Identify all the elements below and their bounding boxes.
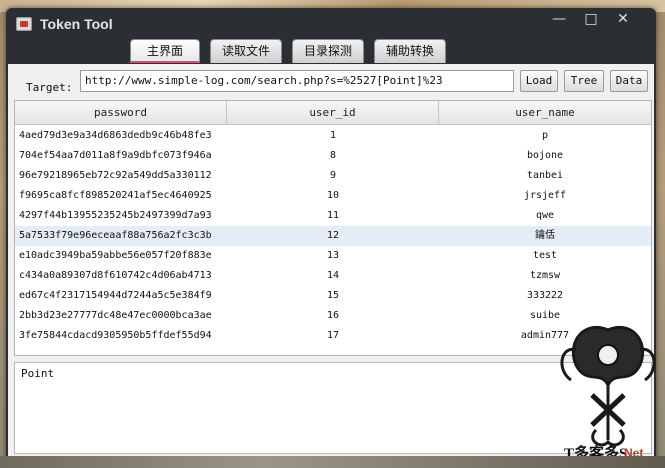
user-name-cell: 鑰佸: [535, 230, 555, 241]
password-cell: 4aed79d3e9a34d6863dedb9c46b48fe3: [19, 130, 212, 141]
user-id-cell: 10: [326, 190, 340, 201]
window-title: Token Tool: [40, 16, 113, 32]
user-id-cell: 9: [329, 170, 337, 181]
user-name-cell: qwe: [535, 210, 555, 221]
user-id-cell: 15: [326, 290, 340, 301]
user-name-cell: tzmsw: [529, 270, 561, 281]
table-row[interactable]: c434a0a89307d8f610742c4d06ab4713 14 tzms…: [15, 266, 651, 286]
password-cell: 4297f44b13955235245b2497399d7a93: [19, 210, 212, 221]
table-row[interactable]: f9695ca8fcf898520241af5ec4640925 10 jrsj…: [15, 186, 651, 206]
maximize-button[interactable]: □: [578, 10, 604, 28]
watermark-dragon-logo: [560, 326, 656, 447]
password-cell: 2bb3d23e27777dc48e47ec0000bca3ae: [19, 310, 212, 321]
user-id-cell: 8: [329, 150, 337, 161]
user-name-cell: tanbei: [526, 170, 564, 181]
target-label: Target:: [26, 81, 73, 94]
table-header: password user_id user_name: [15, 101, 651, 125]
user-name-cell: 333222: [526, 290, 564, 301]
tree-button[interactable]: Tree: [564, 70, 604, 92]
table-row[interactable]: ed67c4f2317154944d7244a5c5e384f9 15 3332…: [15, 286, 651, 306]
column-header-user-id[interactable]: user_id: [227, 101, 439, 125]
password-cell: f9695ca8fcf898520241af5ec4640925: [19, 190, 212, 201]
data-button[interactable]: Data: [610, 70, 648, 92]
app-logo-icon: [16, 17, 32, 31]
tab-main[interactable]: 主界面: [130, 39, 200, 63]
tab-read-file[interactable]: 读取文件: [210, 39, 282, 63]
tab-helper-convert[interactable]: 辅助转换: [374, 39, 446, 63]
password-cell: c434a0a89307d8f610742c4d06ab4713: [19, 270, 212, 281]
table-row[interactable]: 96e79218965eb72c92a549dd5a330112 9 tanbe…: [15, 166, 651, 186]
password-cell: 704ef54aa7d011a8f9a9dbfc073f946a: [19, 150, 212, 161]
password-cell: 3fe75844cdacd9305950b5ffdef55d94: [19, 330, 212, 341]
table-row-selected[interactable]: 5a7533f79e96eceaaf88a756a2fc3c3b 12 鑰佸: [15, 226, 651, 246]
password-cell: 5a7533f79e96eceaaf88a756a2fc3c3b: [19, 230, 212, 241]
close-button[interactable]: ✕: [610, 10, 636, 28]
column-header-password[interactable]: password: [15, 101, 227, 125]
table-row[interactable]: 4297f44b13955235245b2497399d7a93 11 qwe: [15, 206, 651, 226]
target-url-input[interactable]: http://www.simple-log.com/search.php?s=%…: [80, 70, 514, 92]
table-row[interactable]: 4aed79d3e9a34d6863dedb9c46b48fe3 1 p: [15, 126, 651, 146]
title-bar[interactable]: Token Tool — □ ✕: [6, 8, 656, 38]
desktop-background-bottom: [0, 456, 665, 468]
minimize-button[interactable]: —: [546, 10, 572, 28]
user-name-cell: p: [541, 130, 549, 141]
table-row[interactable]: e10adc3949ba59abbe56e057f20f883e 13 test: [15, 246, 651, 266]
tab-directory-probe[interactable]: 目录探测: [292, 39, 364, 63]
password-cell: e10adc3949ba59abbe56e057f20f883e: [19, 250, 212, 261]
user-id-cell: 13: [326, 250, 340, 261]
password-cell: ed67c4f2317154944d7244a5c5e384f9: [19, 290, 212, 301]
user-name-cell: bojone: [526, 150, 564, 161]
user-id-cell: 17: [326, 330, 340, 341]
user-name-cell: jrsjeff: [523, 190, 567, 201]
password-cell: 96e79218965eb72c92a549dd5a330112: [19, 170, 212, 181]
load-button[interactable]: Load: [520, 70, 558, 92]
user-id-cell: 12: [326, 230, 340, 241]
user-name-cell: test: [532, 250, 558, 261]
table-row[interactable]: 704ef54aa7d011a8f9a9dbfc073f946a 8 bojon…: [15, 146, 651, 166]
column-header-user-name[interactable]: user_name: [439, 101, 651, 125]
user-id-cell: 14: [326, 270, 340, 281]
user-id-cell: 1: [329, 130, 337, 141]
user-id-cell: 16: [326, 310, 340, 321]
user-id-cell: 11: [326, 210, 340, 221]
